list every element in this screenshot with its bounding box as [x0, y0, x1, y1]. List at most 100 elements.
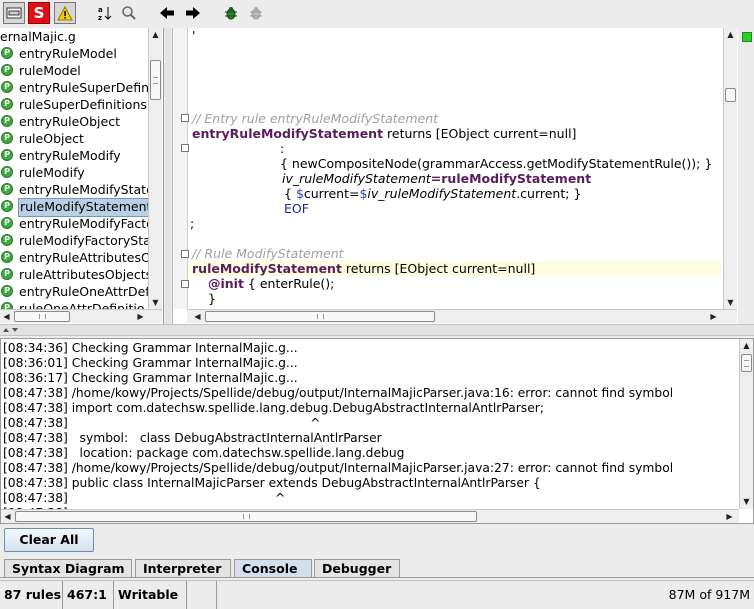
console-line: [08:47:38] ^: [3, 491, 286, 505]
scroll-down-icon[interactable]: ▼: [149, 296, 162, 309]
rule-name: ruleModifyStatement: [192, 261, 342, 276]
parser-rule-icon: P: [1, 200, 13, 212]
editor-scroll-thumb[interactable]: [725, 88, 736, 102]
rule-item[interactable]: PruleSuperDefinitions: [0, 96, 148, 113]
console-horizontal-scrollbar[interactable]: ◀ ▶: [1, 509, 739, 523]
code-line: ': [192, 28, 196, 43]
console-line: [08:34:36] Checking Grammar InternalMaji…: [3, 341, 298, 355]
code-line: @init { enterRule();: [208, 276, 335, 291]
rule-item[interactable]: PruleObject: [0, 130, 148, 147]
scroll-down-icon[interactable]: ▼: [724, 296, 737, 309]
rule-item[interactable]: PentryRuleObject: [0, 113, 148, 130]
rules-scroll-thumb[interactable]: [150, 60, 161, 100]
parser-rule-icon: P: [1, 64, 13, 76]
collapse-arrows-icon[interactable]: [2, 326, 22, 334]
scroll-up-icon[interactable]: ▲: [724, 28, 737, 41]
rule-item[interactable]: PruleModifyFactorySta: [0, 232, 148, 249]
warning-toggle-button[interactable]: [54, 2, 76, 24]
rule-item[interactable]: PentryRuleModel: [0, 45, 148, 62]
scroll-left-icon[interactable]: ◀: [0, 310, 13, 323]
console-vertical-scrollbar[interactable]: ▲ ▼: [739, 339, 753, 509]
status-ok-icon[interactable]: [742, 32, 752, 42]
fold-marker-icon[interactable]: [181, 250, 189, 258]
magnifier-icon: [122, 6, 136, 20]
vertical-splitter[interactable]: [165, 28, 171, 324]
rule-item-label: entryRuleOneAttrDef: [19, 284, 148, 299]
console-output[interactable]: [08:34:36] Checking Grammar InternalMaji…: [0, 338, 754, 524]
rule-item-label: ruleSuperDefinitions: [19, 97, 147, 112]
rule-item-label: entryRuleSuperDefin: [19, 80, 148, 95]
rule-item[interactable]: PruleModel: [0, 62, 148, 79]
rules-hscroll-thumb[interactable]: [14, 311, 70, 322]
rule-item-label: ruleModify: [19, 165, 85, 180]
back-button[interactable]: [156, 2, 178, 24]
grammar-file-label[interactable]: ernalMajic.g: [0, 29, 76, 45]
toolbar: S a z: [0, 0, 754, 28]
fold-marker-icon[interactable]: [181, 114, 189, 122]
parser-rule-icon: P: [1, 98, 13, 110]
rule-item[interactable]: PruleOneAttrDefinitio: [0, 300, 148, 309]
debug-button[interactable]: [220, 2, 242, 24]
arrow-right-icon: [186, 7, 200, 19]
code-line: ;: [190, 216, 195, 231]
clear-all-button[interactable]: Clear All: [4, 528, 94, 552]
fold-marker-icon[interactable]: [181, 280, 189, 288]
console-line: [08:47:38] /home/kowy/Projects/Spellide/…: [3, 386, 674, 400]
rule-item-label: ruleObject: [19, 131, 84, 146]
fold-marker-icon[interactable]: [181, 144, 189, 152]
console-line: [08:47:38] /home/kowy/Projects/Spellide/…: [3, 461, 674, 475]
scroll-left-icon[interactable]: ◀: [191, 310, 204, 323]
editor-hscroll-thumb[interactable]: [205, 311, 435, 322]
rule-item[interactable]: PentryRuleModifyFacto: [0, 215, 148, 232]
rule-item[interactable]: PentryRuleOneAttrDef: [0, 283, 148, 300]
parser-rule-icon: P: [1, 302, 13, 309]
editor-vertical-scrollbar[interactable]: ▲ ▼: [723, 28, 737, 309]
rule-item-label: ruleModifyFactorySta: [19, 233, 148, 248]
scroll-left-icon[interactable]: ◀: [1, 510, 14, 523]
rule-item[interactable]: PruleAttributesObjects: [0, 266, 148, 283]
grammar-editor[interactable]: ' // Entry rule entryRuleModifyStatement…: [172, 28, 738, 324]
rule-item[interactable]: PentryRuleModify: [0, 147, 148, 164]
scroll-down-icon[interactable]: ▼: [740, 495, 753, 508]
rule-item[interactable]: PruleModify: [0, 164, 148, 181]
rules-list[interactable]: ernalMajic.g PentryRuleModel PruleModel Pe…: [0, 28, 148, 309]
tab-console[interactable]: Console: [234, 559, 312, 577]
editor-gutter: [173, 28, 189, 309]
rule-item[interactable]: PentryRuleAttributesO: [0, 249, 148, 266]
bottom-tabs: Syntax Diagram Interpreter Console Debug…: [0, 558, 754, 578]
rule-item[interactable]: PentryRuleModifyState: [0, 181, 148, 198]
rules-vertical-scrollbar[interactable]: ▲ ▼: [148, 28, 162, 309]
tab-syntax-diagram[interactable]: Syntax Diagram: [4, 559, 132, 577]
rules-horizontal-scrollbar[interactable]: ◀ ▶: [0, 309, 162, 323]
rule-item-label: entryRuleModifyState: [19, 182, 148, 197]
rule-item[interactable]: PruleModifyStatement: [0, 198, 148, 217]
parser-rule-icon: P: [1, 132, 13, 144]
sort-rules-button[interactable]: a z: [94, 2, 116, 24]
debug-again-button[interactable]: [245, 2, 267, 24]
parser-rule-icon: P: [1, 234, 13, 246]
code-line: iv_ruleModifyStatement=ruleModifyStateme…: [282, 171, 592, 186]
rules-panel-toggle-button[interactable]: [3, 2, 25, 24]
code-comment: // Entry rule entryRuleModifyStatement: [192, 111, 439, 126]
rule-item[interactable]: PentryRuleSuperDefin: [0, 79, 148, 96]
scroll-right-icon[interactable]: ▶: [707, 310, 720, 323]
scroll-up-icon[interactable]: ▲: [149, 28, 162, 41]
editor-mode: Writable: [114, 581, 187, 609]
scroll-up-icon[interactable]: ▲: [740, 339, 753, 352]
find-button[interactable]: [118, 2, 140, 24]
forward-button[interactable]: [182, 2, 204, 24]
bug-disabled-icon: [250, 7, 262, 20]
scroll-right-icon[interactable]: ▶: [723, 510, 736, 523]
rule-item-label: ruleAttributesObjects: [19, 267, 148, 282]
editor-horizontal-scrollbar[interactable]: ◀ ▶: [187, 309, 737, 323]
horizontal-splitter[interactable]: [0, 324, 754, 336]
scroll-right-icon[interactable]: ▶: [134, 310, 147, 323]
syntax-check-button[interactable]: S: [28, 2, 50, 24]
parser-rule-icon: P: [1, 115, 13, 127]
console-scroll-thumb[interactable]: [741, 354, 752, 372]
tab-debugger[interactable]: Debugger: [314, 559, 400, 577]
rules-count: 87 rules: [0, 581, 63, 609]
tab-interpreter[interactable]: Interpreter: [135, 559, 231, 577]
cursor-position: 467:1: [63, 581, 114, 609]
console-hscroll-thumb[interactable]: [15, 511, 477, 522]
